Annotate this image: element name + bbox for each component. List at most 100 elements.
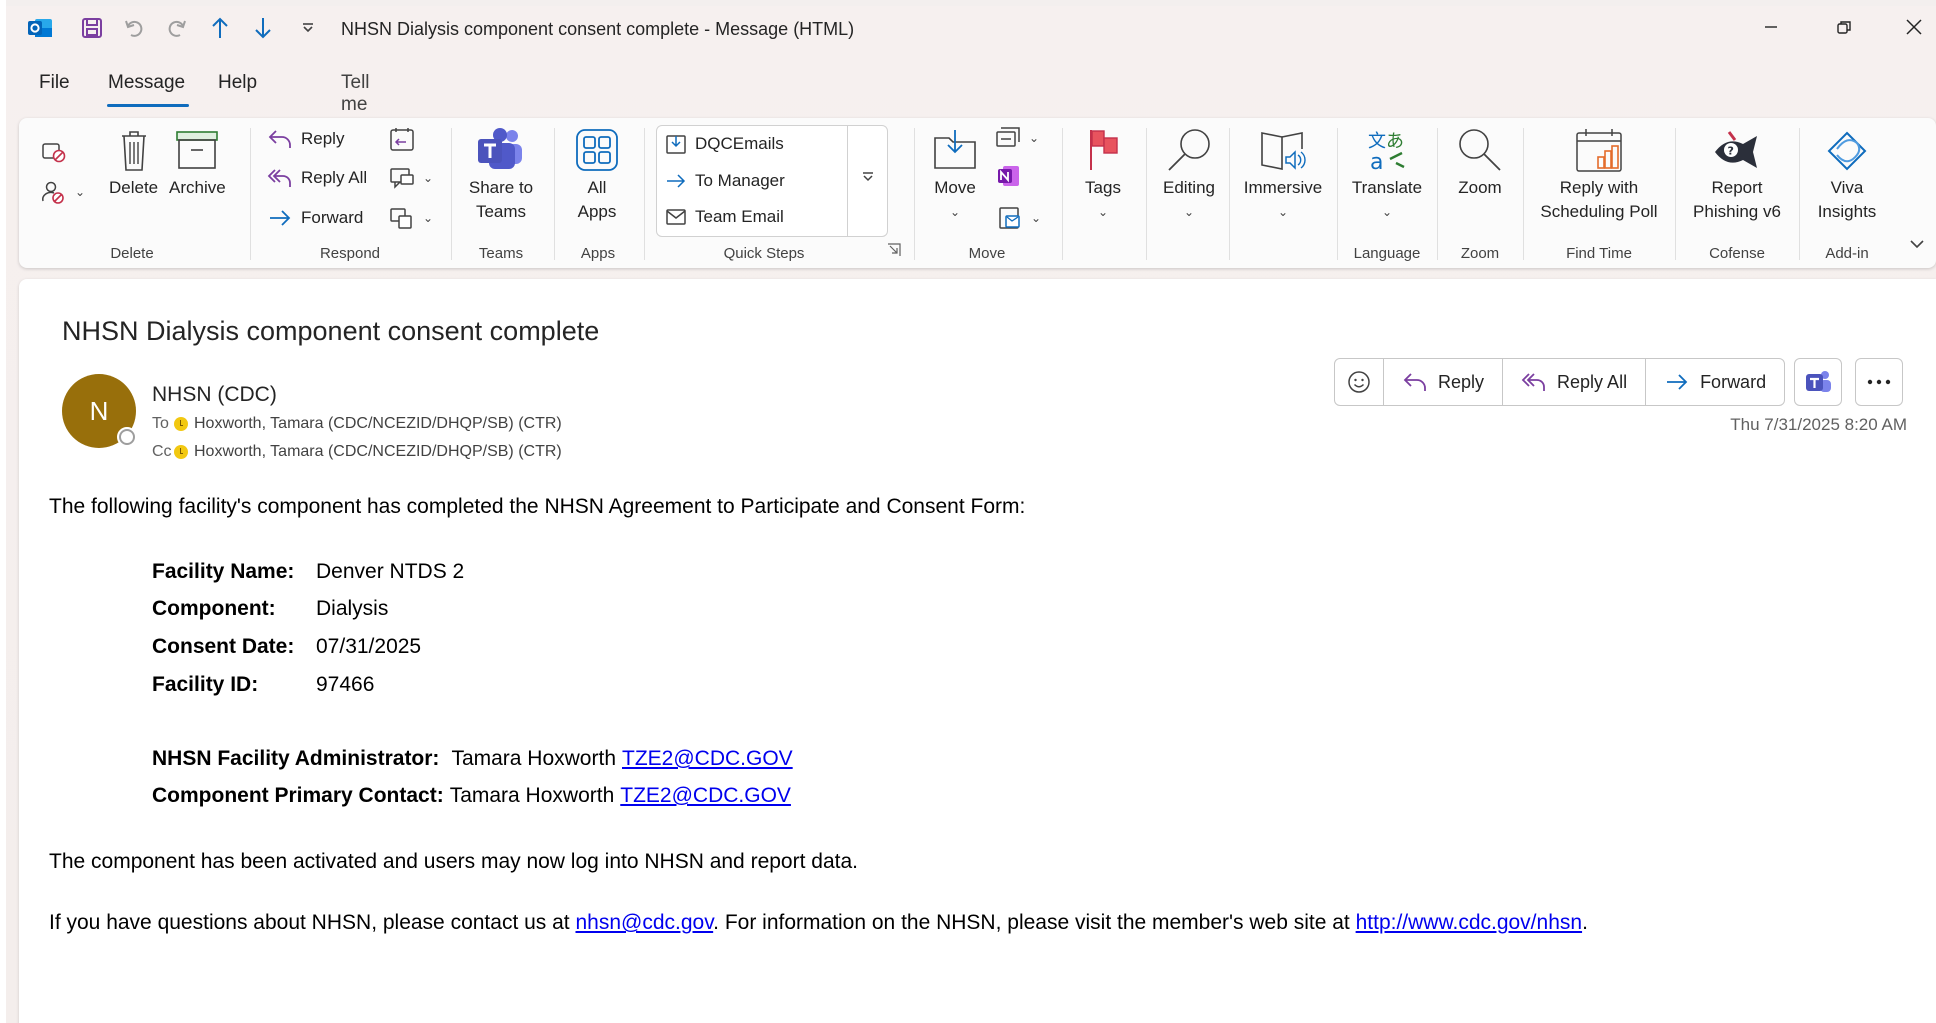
- to-recipient[interactable]: Hoxworth, Tamara (CDC/NCEZID/DHQP/SB) (C…: [194, 415, 562, 433]
- forward-action-button[interactable]: Forward: [1645, 359, 1784, 405]
- apps-line1: All: [587, 178, 607, 197]
- outlook-message-window: NHSN Dialysis component consent complete…: [6, 6, 1936, 1023]
- reply-all-button[interactable]: Reply All: [267, 167, 367, 189]
- reply-action-button[interactable]: Reply: [1383, 359, 1502, 405]
- active-tab-indicator: [107, 104, 189, 107]
- ribbon-divider: [1675, 128, 1676, 260]
- close-icon[interactable]: [1894, 12, 1934, 42]
- quick-steps-label: Quick Steps: [723, 245, 805, 262]
- editing-button[interactable]: Editing ⌄: [1155, 124, 1223, 224]
- report-phishing-button[interactable]: ? Report Phishing v6: [1685, 124, 1789, 224]
- move-group-label: Move: [968, 245, 1006, 262]
- reply-action-label: Reply: [1438, 371, 1485, 392]
- reply-icon: [268, 130, 291, 148]
- avatar-initial: N: [89, 395, 109, 426]
- outlook-logo-icon: [26, 15, 54, 41]
- cofense-group-label: Cofense: [1709, 245, 1765, 262]
- onenote-icon[interactable]: [997, 164, 1021, 188]
- reply-button[interactable]: Reply: [267, 128, 344, 150]
- facility-name-label: Facility Name:: [152, 560, 295, 583]
- ribbon-divider: [250, 128, 251, 260]
- viva-insights-icon: [1823, 124, 1871, 176]
- actions-icon[interactable]: ⌄: [997, 206, 1041, 230]
- facility-name-row: Facility Name: Denver NTDS 2: [152, 560, 464, 584]
- ribbon-divider: [1229, 128, 1230, 260]
- viva-line1: Viva: [1830, 178, 1864, 197]
- admin-name: Tamara Hoxworth: [451, 747, 616, 770]
- share-to-teams-button[interactable]: Share to Teams: [463, 124, 539, 224]
- archive-button[interactable]: Archive: [169, 124, 226, 200]
- reply-all-action-button[interactable]: Reply All: [1502, 359, 1645, 405]
- redo-icon[interactable]: [163, 15, 191, 41]
- customize-toolbar-icon[interactable]: [294, 15, 322, 41]
- immersive-reader-icon: [1258, 124, 1308, 176]
- component-label: Component:: [152, 597, 276, 620]
- undo-icon[interactable]: [120, 15, 148, 41]
- archive-label: Archive: [169, 178, 226, 197]
- zoom-group-label: Zoom: [1460, 245, 1500, 262]
- consent-date-label: Consent Date:: [152, 635, 295, 658]
- move-group: Move ⌄ ⌄ ⌄ Move: [917, 118, 1057, 268]
- reply-all-icon: [1521, 373, 1545, 391]
- ribbon-divider: [644, 128, 645, 260]
- translate-label: Translate: [1351, 178, 1423, 197]
- chevron-down-icon: ⌄: [1097, 205, 1109, 219]
- apps-grid-icon: [575, 124, 619, 176]
- to-label: To: [152, 415, 169, 432]
- reply-with-scheduling-poll-button[interactable]: Reply with Scheduling Poll: [1533, 124, 1665, 224]
- rules-icon[interactable]: ⌄: [995, 126, 1039, 150]
- body-intro: The following facility's component has c…: [49, 495, 1026, 518]
- more-respond-icon[interactable]: ⌄: [389, 206, 433, 230]
- move-button[interactable]: Move ⌄: [925, 124, 985, 224]
- forward-button[interactable]: Forward: [267, 207, 363, 229]
- react-button[interactable]: [1335, 359, 1383, 405]
- teams-group: Share to Teams Teams: [453, 118, 549, 268]
- all-apps-button[interactable]: All Apps: [567, 124, 627, 224]
- minimize-icon[interactable]: [1751, 12, 1791, 42]
- admin-email-link[interactable]: TZE2@CDC.GOV: [622, 747, 793, 771]
- translate-icon: 文あa: [1364, 124, 1410, 176]
- contact-email-link[interactable]: TZE2@CDC.GOV: [620, 784, 791, 808]
- more-actions-button[interactable]: [1855, 358, 1903, 406]
- previous-item-icon[interactable]: [206, 15, 234, 41]
- nhsn-website-link[interactable]: http://www.cdc.gov/nhsn: [1356, 911, 1582, 934]
- cleanup-icon[interactable]: ⌄: [41, 180, 85, 204]
- tab-help[interactable]: Help: [218, 72, 257, 94]
- next-item-icon[interactable]: [249, 15, 277, 41]
- tab-message[interactable]: Message: [108, 72, 185, 94]
- search-icon: [1165, 124, 1213, 176]
- collapse-ribbon-icon[interactable]: [1909, 238, 1925, 250]
- save-icon[interactable]: [78, 15, 106, 41]
- ignore-icon[interactable]: [41, 140, 67, 164]
- chevron-down-icon: ⌄: [1381, 205, 1393, 219]
- contact-name: Tamara Hoxworth: [449, 784, 615, 807]
- add-in-group: Viva Insights Add-in: [1801, 118, 1893, 268]
- share-teams-line2: Teams: [475, 202, 527, 221]
- ribbon-divider: [1523, 128, 1524, 260]
- message-action-bar: Reply Reply All Forward: [1334, 358, 1786, 406]
- scheduling-poll-line2: Scheduling Poll: [1540, 202, 1658, 221]
- phishing-fish-icon: ?: [1711, 124, 1763, 176]
- cc-recipient[interactable]: Hoxworth, Tamara (CDC/NCEZID/DHQP/SB) (C…: [194, 443, 562, 461]
- ribbon-divider: [451, 128, 452, 260]
- nhsn-email-link[interactable]: nhsn@cdc.gov: [575, 911, 713, 934]
- questions-end: .: [1582, 911, 1588, 934]
- im-reply-icon[interactable]: ⌄: [389, 166, 433, 190]
- sender-name[interactable]: NHSN (CDC): [152, 383, 277, 407]
- editing-group: Editing ⌄: [1149, 118, 1229, 268]
- dialog-launcher-icon[interactable]: [887, 243, 901, 262]
- viva-insights-button[interactable]: Viva Insights: [1809, 124, 1885, 224]
- meeting-reply-icon[interactable]: [389, 126, 415, 152]
- tags-button[interactable]: Tags ⌄: [1071, 124, 1135, 224]
- teams-icon: [476, 124, 526, 176]
- tab-file[interactable]: File: [39, 72, 70, 94]
- admin-label: NHSN Facility Administrator:: [152, 747, 440, 770]
- restore-icon[interactable]: [1824, 12, 1864, 42]
- immersive-reader-button[interactable]: Immersive ⌄: [1237, 124, 1329, 224]
- translate-button[interactable]: 文あa Translate ⌄: [1347, 124, 1427, 224]
- zoom-button[interactable]: Zoom: [1447, 124, 1513, 200]
- teams-chat-button[interactable]: [1794, 358, 1842, 406]
- editing-label: Editing: [1163, 178, 1215, 197]
- delete-button[interactable]: Delete: [109, 124, 158, 200]
- forward-label: Forward: [301, 208, 364, 227]
